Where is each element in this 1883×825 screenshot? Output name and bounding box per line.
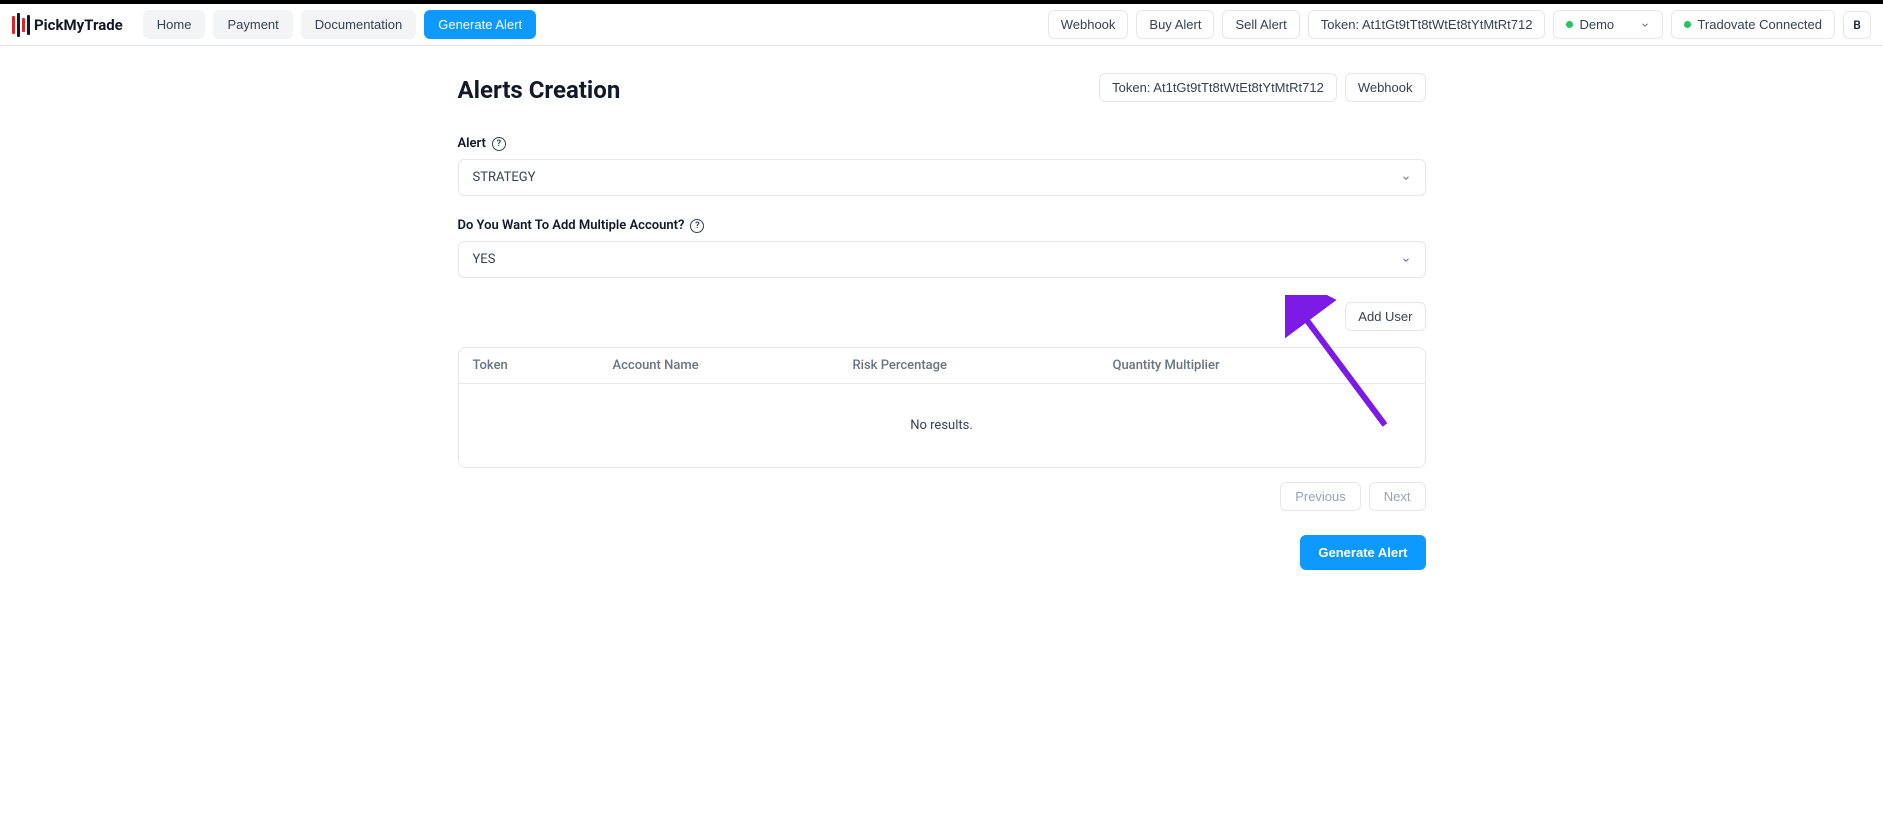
add-user-button[interactable]: Add User (1345, 302, 1425, 331)
col-risk-percentage: Risk Percentage (853, 358, 1113, 373)
help-icon[interactable]: ? (492, 137, 506, 151)
previous-button[interactable]: Previous (1280, 482, 1361, 511)
brand-name: PickMyTrade (34, 16, 123, 34)
next-button[interactable]: Next (1369, 482, 1426, 511)
multi-account-label-row: Do You Want To Add Multiple Account? ? (458, 218, 1426, 233)
header-token-button[interactable]: Token: At1tGt9tTt8tWtEt8tYtMtRt712 (1308, 10, 1546, 39)
main-container: Alerts Creation Token: At1tGt9tTt8tWtEt8… (442, 46, 1442, 610)
accounts-table: Token Account Name Risk Percentage Quant… (458, 347, 1426, 468)
demo-dropdown[interactable]: Demo (1553, 10, 1663, 39)
generate-alert-button[interactable]: Generate Alert (1300, 535, 1425, 570)
connection-status[interactable]: Tradovate Connected (1671, 10, 1835, 39)
multi-account-value: YES (473, 252, 496, 267)
table-empty-state: No results. (459, 384, 1425, 467)
alert-label-row: Alert ? (458, 136, 1426, 151)
chevron-down-icon (1401, 173, 1411, 183)
chevron-down-icon (1640, 20, 1650, 30)
page-token-button[interactable]: Token: At1tGt9tTt8tWtEt8tYtMtRt712 (1099, 73, 1337, 102)
multi-account-label: Do You Want To Add Multiple Account? (458, 218, 685, 233)
status-dot-icon (1684, 21, 1691, 28)
app-header: PickMyTrade Home Payment Documentation G… (0, 4, 1883, 46)
alert-select[interactable]: STRATEGY (458, 159, 1426, 196)
logo-icon (12, 13, 30, 37)
table-header: Token Account Name Risk Percentage Quant… (459, 348, 1425, 384)
col-account-name: Account Name (613, 358, 853, 373)
pagination: Previous Next (458, 482, 1426, 511)
page-title: Alerts Creation (458, 76, 621, 104)
header-buy-alert-button[interactable]: Buy Alert (1136, 10, 1214, 39)
header-webhook-button[interactable]: Webhook (1048, 10, 1129, 39)
multi-account-select[interactable]: YES (458, 241, 1426, 278)
header-sell-alert-button[interactable]: Sell Alert (1222, 10, 1299, 39)
nav-home[interactable]: Home (143, 10, 206, 39)
alert-label: Alert (458, 136, 486, 151)
chevron-down-icon (1401, 255, 1411, 265)
page-head: Alerts Creation Token: At1tGt9tTt8tWtEt8… (458, 70, 1426, 104)
avatar[interactable]: B (1843, 11, 1871, 39)
nav-left: Home Payment Documentation Generate Aler… (143, 10, 536, 39)
add-user-row: Add User (458, 302, 1426, 331)
nav-documentation[interactable]: Documentation (301, 10, 416, 39)
connection-label: Tradovate Connected (1697, 17, 1822, 32)
brand-logo[interactable]: PickMyTrade (12, 13, 123, 37)
help-icon[interactable]: ? (690, 219, 704, 233)
col-quantity-multiplier: Quantity Multiplier (1113, 358, 1411, 373)
col-token: Token (473, 358, 613, 373)
page-webhook-button[interactable]: Webhook (1345, 73, 1426, 102)
nav-generate-alert[interactable]: Generate Alert (424, 10, 536, 39)
alert-value: STRATEGY (473, 170, 536, 185)
nav-right: Webhook Buy Alert Sell Alert Token: At1t… (1048, 10, 1871, 39)
status-dot-icon (1566, 21, 1573, 28)
demo-label: Demo (1579, 17, 1614, 32)
action-row: Generate Alert (458, 535, 1426, 570)
nav-payment[interactable]: Payment (213, 10, 292, 39)
